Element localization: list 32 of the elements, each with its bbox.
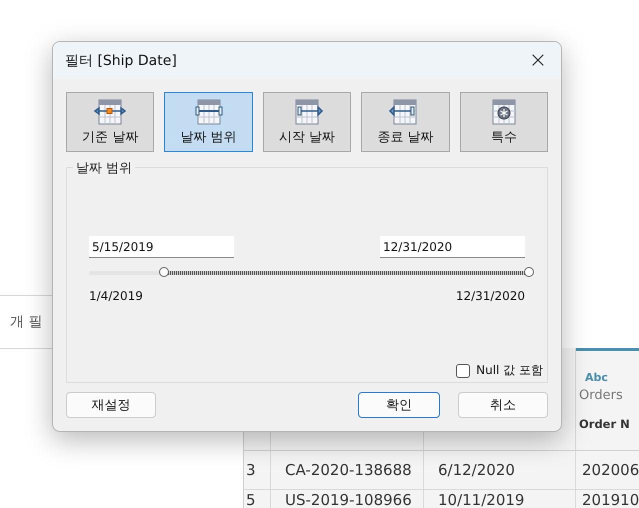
- cancel-button[interactable]: 취소: [458, 392, 548, 418]
- table-cell: 10/11/2019: [438, 491, 524, 508]
- table-cell: US-2019-108966: [285, 491, 412, 508]
- mode-tab[interactable]: 시작 날짜: [262, 92, 352, 152]
- ok-button[interactable]: 확인: [358, 392, 440, 418]
- mode-tab[interactable]: 특수: [460, 92, 548, 152]
- close-button[interactable]: ×: [515, 42, 561, 79]
- slider-handle[interactable]: [524, 267, 534, 277]
- mode-tab[interactable]: 종료 날짜: [361, 92, 450, 152]
- type-label: Abc: [584, 371, 609, 384]
- source-label: Orders: [579, 388, 624, 403]
- row-number: 5: [246, 491, 256, 508]
- table-cell: 6/12/2020: [438, 461, 515, 479]
- column-header: Order N: [579, 417, 631, 431]
- row-number: 3: [246, 461, 256, 479]
- start-date-field[interactable]: 5/15/2019: [89, 236, 234, 258]
- table-cell: 202006: [582, 461, 639, 479]
- end-date-field[interactable]: 12/31/2020: [380, 236, 525, 258]
- max-date-label: 12/31/2020: [456, 289, 525, 303]
- reset-button[interactable]: 재설정: [66, 392, 156, 418]
- table-cell: CA-2020-138688: [285, 461, 412, 479]
- mode-tab[interactable]: 날짜 범위: [164, 92, 253, 152]
- table-cell: 201910: [582, 491, 639, 508]
- checkbox-label: Null 값 포함: [476, 362, 543, 379]
- mode-tab[interactable]: 기준 날짜: [66, 92, 154, 152]
- field-count-label: 개 필: [10, 313, 42, 331]
- panel-title: 날짜 범위: [73, 159, 136, 177]
- min-date-label: 1/4/2019: [89, 289, 143, 303]
- window-title: 필터 [Ship Date]: [65, 52, 177, 70]
- slider-handle[interactable]: [158, 267, 169, 277]
- checkbox[interactable]: [456, 364, 470, 378]
- calendar-icon: [93, 98, 128, 124]
